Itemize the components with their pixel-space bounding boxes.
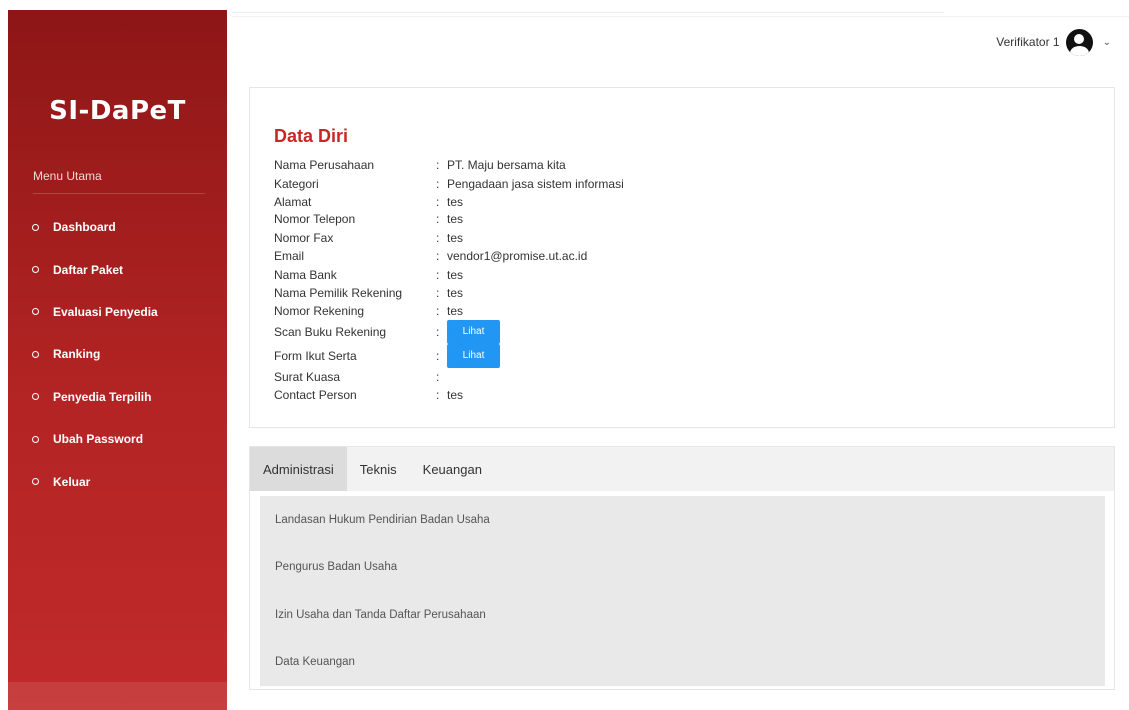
info-value: tes [447, 212, 464, 227]
info-value: PT. Maju bersama kita [447, 158, 566, 173]
info-row-nama-pemilik-rekening: Nama Pemilik Rekening : tes [274, 284, 624, 303]
list-item-izin-usaha[interactable]: Izin Usaha dan Tanda Daftar Perusahaan [260, 591, 1105, 639]
sidebar-item-label: Ranking [53, 347, 101, 362]
info-label: Nama Pemilik Rekening [274, 286, 403, 301]
info-label: Surat Kuasa [274, 370, 341, 384]
info-separator: : [436, 212, 440, 227]
info-separator: : [436, 286, 440, 301]
info-value: tes [447, 194, 464, 209]
info-value: Pengadaan jasa sistem informasi [447, 176, 624, 191]
sidebar-item-daftar-paket[interactable]: Daftar Paket [8, 248, 227, 290]
data-diri-card: Data Diri Nama Perusahaan : PT. Maju ber… [249, 87, 1115, 428]
info-label: Nama Bank [274, 267, 337, 282]
sidebar-item-keluar[interactable]: Keluar [8, 460, 227, 502]
info-row-nama-perusahaan: Nama Perusahaan : PT. Maju bersama kita [274, 156, 624, 175]
info-value: tes [447, 230, 464, 245]
info-separator: : [436, 230, 440, 245]
info-separator: : [436, 324, 440, 339]
circle-bullet-icon [32, 478, 39, 486]
user-circle-icon [1065, 28, 1093, 56]
circle-bullet-icon [32, 435, 39, 443]
circle-bullet-icon [32, 393, 39, 401]
info-separator: : [436, 267, 440, 282]
sidebar-item-evaluasi-penyedia[interactable]: Evaluasi Penyedia [8, 291, 227, 333]
info-separator: : [436, 304, 440, 318]
info-row-alamat: Alamat : tes [274, 193, 624, 210]
header-divider [232, 16, 1129, 17]
sidebar-item-label: Ubah Password [53, 432, 144, 447]
info-label: Contact Person [274, 388, 357, 402]
circle-bullet-icon [32, 308, 39, 316]
info-label: Nomor Telepon [274, 212, 356, 227]
info-value: tes [447, 286, 464, 301]
circle-bullet-icon [32, 223, 39, 231]
list-item-landasan-hukum[interactable]: Landasan Hukum Pendirian Badan Usaha [260, 496, 1105, 544]
chevron-down-icon: ⌄ [1102, 36, 1111, 48]
page-title: Data Diri [274, 126, 349, 146]
sidebar-item-label: Evaluasi Penyedia [53, 304, 158, 319]
sidebar-item-label: Penyedia Terpilih [53, 389, 152, 404]
info-separator: : [436, 370, 440, 384]
info-row-scan-buku-rekening: Scan Buku Rekening : Lihat [274, 319, 624, 344]
circle-bullet-icon [32, 266, 39, 274]
info-row-nama-bank: Nama Bank : tes [274, 266, 624, 285]
user-name: Verifikator 1 [996, 35, 1060, 49]
info-value: vendor1@promise.ut.ac.id [447, 249, 588, 264]
sidebar-item-ubah-password[interactable]: Ubah Password [8, 418, 227, 460]
info-separator: : [436, 158, 440, 173]
menu-heading: Menu Utama [33, 169, 102, 183]
info-separator: : [436, 249, 440, 264]
sidebar-menu: Dashboard Daftar Paket Evaluasi Penyedia… [8, 206, 227, 503]
sidebar-item-dashboard[interactable]: Dashboard [8, 206, 227, 248]
tab-content-administrasi: Landasan Hukum Pendirian Badan Usaha Pen… [260, 496, 1105, 686]
info-label: Nomor Rekening [274, 304, 365, 318]
info-label: Nomor Fax [274, 230, 334, 245]
circle-bullet-icon [32, 350, 39, 358]
info-separator: : [436, 348, 440, 363]
sidebar-footer [8, 682, 227, 710]
info-row-nomor-rekening: Nomor Rekening : tes [274, 303, 624, 320]
info-value: tes [447, 388, 464, 402]
info-value: tes [447, 267, 464, 282]
menu-divider [33, 193, 205, 194]
user-menu[interactable]: Verifikator 1 ⌄ [996, 27, 1111, 57]
info-separator: : [436, 176, 440, 191]
info-label: Email [274, 249, 305, 264]
info-row-surat-kuasa: Surat Kuasa : [274, 368, 624, 387]
info-label: Alamat [274, 194, 312, 209]
info-row-kategori: Kategori : Pengadaan jasa sistem informa… [274, 175, 624, 194]
tab-teknis[interactable]: Teknis [347, 447, 410, 491]
tabs-bar: Administrasi Teknis Keuangan [250, 447, 1114, 491]
document-tabs-panel: Administrasi Teknis Keuangan Landasan Hu… [249, 446, 1115, 690]
sidebar-item-label: Dashboard [53, 220, 116, 235]
lihat-scan-buku-rekening-button[interactable]: Lihat [447, 319, 500, 344]
info-row-email: Email : vendor1@promise.ut.ac.id [274, 247, 624, 266]
sidebar-item-penyedia-terpilih[interactable]: Penyedia Terpilih [8, 376, 227, 418]
info-row-nomor-fax: Nomor Fax : tes [274, 229, 624, 248]
sidebar-item-label: Keluar [53, 474, 91, 489]
info-label: Nama Perusahaan [274, 158, 375, 173]
sidebar-item-label: Daftar Paket [53, 262, 124, 277]
company-info: Nama Perusahaan : PT. Maju bersama kita … [274, 156, 624, 404]
info-label: Form Ikut Serta [274, 348, 357, 363]
info-row-form-ikut-serta: Form Ikut Serta : Lihat [274, 343, 624, 368]
sidebar: SI-DaPeT Menu Utama Dashboard Daftar Pak… [8, 10, 227, 710]
info-label: Kategori [274, 176, 319, 191]
tab-keuangan[interactable]: Keuangan [410, 447, 495, 491]
list-item-pengurus-badan-usaha[interactable]: Pengurus Badan Usaha [260, 544, 1105, 592]
list-item-data-keuangan[interactable]: Data Keuangan [260, 639, 1105, 687]
info-value: tes [447, 304, 464, 318]
brand-logo-text[interactable]: SI-DaPeT [8, 96, 227, 126]
info-row-nomor-telepon: Nomor Telepon : tes [274, 210, 624, 229]
info-label: Scan Buku Rekening [274, 324, 387, 339]
lihat-form-ikut-serta-button[interactable]: Lihat [447, 343, 500, 368]
sidebar-item-ranking[interactable]: Ranking [8, 333, 227, 375]
header-divider [232, 12, 944, 13]
info-row-contact-person: Contact Person : tes [274, 387, 624, 404]
info-separator: : [436, 388, 440, 402]
info-separator: : [436, 194, 440, 209]
tab-administrasi[interactable]: Administrasi [250, 447, 347, 491]
